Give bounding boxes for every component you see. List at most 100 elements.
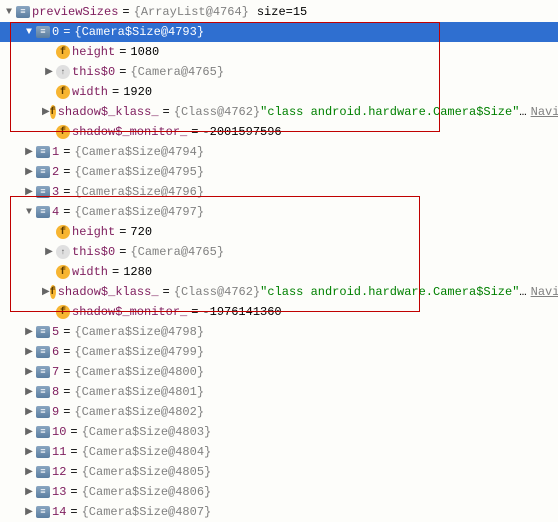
tree-node-item[interactable]: ▶ ≡ 2 = {Camera$Size@4795}	[0, 162, 558, 182]
object-icon: ≡	[36, 386, 50, 398]
tree-node-item[interactable]: ▶ ≡ 1 = {Camera$Size@4794}	[0, 142, 558, 162]
index-name: 5	[52, 325, 59, 339]
field-value: {Class@4762}	[174, 105, 260, 119]
index-name: 3	[52, 185, 59, 199]
field-icon: f	[56, 85, 70, 99]
field-name: shadow$_monitor_	[72, 305, 187, 319]
object-icon: ≡	[36, 206, 50, 218]
tree-node-child[interactable]: ▶ ↑ this$0 ={Camera@4765}	[0, 242, 558, 262]
tree-node-item[interactable]: ▶ ≡ 7 = {Camera$Size@4800}	[0, 362, 558, 382]
expand-arrow-icon[interactable]: ▶	[22, 146, 36, 158]
field-string: "class android.hardware.Camera$Size"	[260, 105, 519, 119]
tree-node-item[interactable]: ▶ ≡ 3 = {Camera$Size@4796}	[0, 182, 558, 202]
expand-arrow-icon[interactable]: ▶	[42, 106, 50, 118]
expand-arrow-icon[interactable]: ▶	[22, 326, 36, 338]
object-icon: ≡	[36, 166, 50, 178]
object-icon: ≡	[36, 26, 50, 38]
field-icon: f	[56, 305, 70, 319]
variable-type: {ArrayList@4764}	[134, 5, 249, 19]
expand-arrow-icon[interactable]: ▶	[22, 346, 36, 358]
index-name: 11	[52, 445, 66, 459]
tree-node-item[interactable]: ▶ ≡ 10 = {Camera$Size@4803}	[0, 422, 558, 442]
object-icon: ≡	[36, 326, 50, 338]
field-icon: f	[56, 265, 70, 279]
field-name: width	[72, 85, 108, 99]
index-name: 0	[52, 25, 59, 39]
tree-node-item[interactable]: ▶ ≡ 12 = {Camera$Size@4805}	[0, 462, 558, 482]
index-name: 8	[52, 385, 59, 399]
tree-node-item[interactable]: ▶ ≡ 8 = {Camera$Size@4801}	[0, 382, 558, 402]
tree-node-child[interactable]: f width =1920	[0, 82, 558, 102]
navigate-link[interactable]: Navigate	[531, 105, 558, 119]
field-name: width	[72, 265, 108, 279]
variable-type: {Camera$Size@4805}	[82, 465, 212, 479]
tree-node-child[interactable]: ▶ f shadow$_klass_ ={Class@4762} "class …	[0, 102, 558, 122]
expand-arrow-icon[interactable]: ▶	[22, 506, 36, 518]
field-name: this$0	[72, 245, 115, 259]
index-name: 14	[52, 505, 66, 519]
tree-node-item[interactable]: ▶ ≡ 5 = {Camera$Size@4798}	[0, 322, 558, 342]
navigate-link[interactable]: Navigate	[531, 285, 558, 299]
object-icon: ≡	[36, 186, 50, 198]
variable-type: {Camera$Size@4798}	[74, 325, 204, 339]
tree-node-child[interactable]: f height =1080	[0, 42, 558, 62]
tree-node-item[interactable]: ▼ ≡ 4 = {Camera$Size@4797}	[0, 202, 558, 222]
field-name: shadow$_klass_	[58, 285, 159, 299]
index-name: 6	[52, 345, 59, 359]
tree-node-item[interactable]: ▶ ≡ 11 = {Camera$Size@4804}	[0, 442, 558, 462]
size-label: size	[257, 5, 286, 19]
field-icon: f	[56, 45, 70, 59]
field-name: shadow$_monitor_	[72, 125, 187, 139]
expand-arrow-icon[interactable]: ▶	[22, 186, 36, 198]
expand-arrow-icon[interactable]: ▼	[2, 7, 16, 18]
tree-node-item[interactable]: ▶ ≡ 14 = {Camera$Size@4807}	[0, 502, 558, 522]
index-name: 9	[52, 405, 59, 419]
variable-type: {Camera$Size@4797}	[74, 205, 204, 219]
tree-node-child[interactable]: ▶ f shadow$_klass_ ={Class@4762} "class …	[0, 282, 558, 302]
expand-arrow-icon[interactable]: ▶	[22, 366, 36, 378]
variable-type: {Camera$Size@4806}	[82, 485, 212, 499]
object-icon: ≡	[36, 506, 50, 518]
tree-node-child[interactable]: f shadow$_monitor_ =-1976141360	[0, 302, 558, 322]
tree-node-child[interactable]: f width =1280	[0, 262, 558, 282]
expand-arrow-icon[interactable]: ▶	[22, 486, 36, 498]
field-value: {Camera@4765}	[130, 245, 224, 259]
tree-node-child[interactable]: f height =720	[0, 222, 558, 242]
expand-arrow-icon[interactable]: ▼	[22, 27, 36, 38]
tree-node-item[interactable]: ▶ ≡ 6 = {Camera$Size@4799}	[0, 342, 558, 362]
variable-type: {Camera$Size@4795}	[74, 165, 204, 179]
expand-arrow-icon[interactable]: ▼	[22, 207, 36, 218]
tree-node-item[interactable]: ▶ ≡ 9 = {Camera$Size@4802}	[0, 402, 558, 422]
variable-type: {Camera$Size@4802}	[74, 405, 204, 419]
expand-arrow-icon[interactable]: ▶	[22, 446, 36, 458]
field-value: 1920	[123, 85, 152, 99]
tree-node-child[interactable]: f shadow$_monitor_ =-2001597596	[0, 122, 558, 142]
field-string: "class android.hardware.Camera$Size"	[260, 285, 519, 299]
field-name: this$0	[72, 65, 115, 79]
expand-arrow-icon[interactable]: ▶	[22, 406, 36, 418]
variable-type: {Camera$Size@4803}	[82, 425, 212, 439]
tree-node-item[interactable]: ▼ ≡ 0 = {Camera$Size@4793}	[0, 22, 558, 42]
variable-type: {Camera$Size@4793}	[74, 25, 204, 39]
expand-arrow-icon[interactable]: ▶	[22, 466, 36, 478]
field-name: shadow$_klass_	[58, 105, 159, 119]
index-name: 1	[52, 145, 59, 159]
tree-node-item[interactable]: ▶ ≡ 13 = {Camera$Size@4806}	[0, 482, 558, 502]
object-icon: ≡	[16, 6, 30, 18]
expand-arrow-icon[interactable]: ▶	[22, 386, 36, 398]
field-icon: f	[50, 285, 56, 299]
expand-arrow-icon[interactable]: ▶	[22, 166, 36, 178]
object-icon: ≡	[36, 486, 50, 498]
variable-type: {Camera$Size@4794}	[74, 145, 204, 159]
tree-node-child[interactable]: ▶ ↑ this$0 ={Camera@4765}	[0, 62, 558, 82]
expand-arrow-icon[interactable]: ▶	[42, 66, 56, 78]
expand-arrow-icon[interactable]: ▶	[42, 246, 56, 258]
field-icon: f	[56, 125, 70, 139]
expand-arrow-icon[interactable]: ▶	[42, 286, 50, 298]
expand-arrow-icon[interactable]: ▶	[22, 426, 36, 438]
field-icon: f	[50, 105, 56, 119]
tree-node-root[interactable]: ▼ ≡ previewSizes = {ArrayList@4764} size…	[0, 2, 558, 22]
field-value: {Camera@4765}	[130, 65, 224, 79]
field-value: {Class@4762}	[174, 285, 260, 299]
index-name: 4	[52, 205, 59, 219]
